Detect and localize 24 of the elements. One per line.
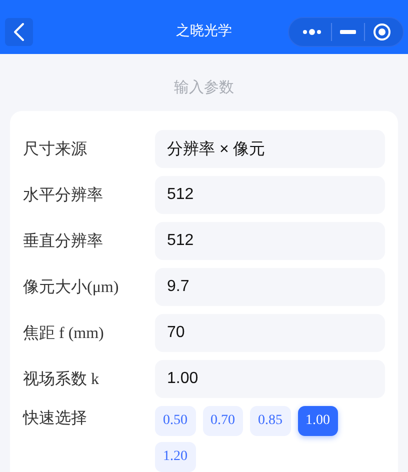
option-chip[interactable]: 0.85: [250, 406, 290, 436]
field-label: 垂直分辨率: [23, 232, 104, 252]
field-label: 视场系数 k: [23, 370, 100, 390]
field-label: 快速选择: [23, 408, 88, 429]
input-field[interactable]: 512: [155, 222, 385, 260]
close-icon[interactable]: [373, 23, 391, 41]
field-label: 焦距 f (mm): [23, 324, 105, 344]
option-chip[interactable]: 0.50: [155, 406, 196, 436]
section-title: 输入参数: [173, 78, 235, 98]
input-field[interactable]: 9.7: [155, 268, 385, 306]
back-icon: [13, 22, 25, 42]
field-label: 水平分辨率: [23, 186, 104, 206]
field-label: 像元大小(μm): [23, 278, 120, 298]
input-field[interactable]: 70: [155, 314, 385, 352]
back-button[interactable]: [5, 18, 33, 46]
option-chip[interactable]: 1.20: [155, 442, 196, 472]
input-field[interactable]: 512: [155, 176, 385, 214]
option-chip[interactable]: 0.70: [202, 406, 243, 436]
option-chip[interactable]: 1.00: [298, 406, 338, 436]
input-field[interactable]: 分辨率 × 像元: [155, 130, 385, 168]
field-label: 尺寸来源: [23, 140, 88, 160]
input-field[interactable]: 1.00: [155, 360, 385, 398]
more-icon[interactable]: [301, 27, 323, 37]
nav-title: 之晓光学: [176, 22, 232, 40]
